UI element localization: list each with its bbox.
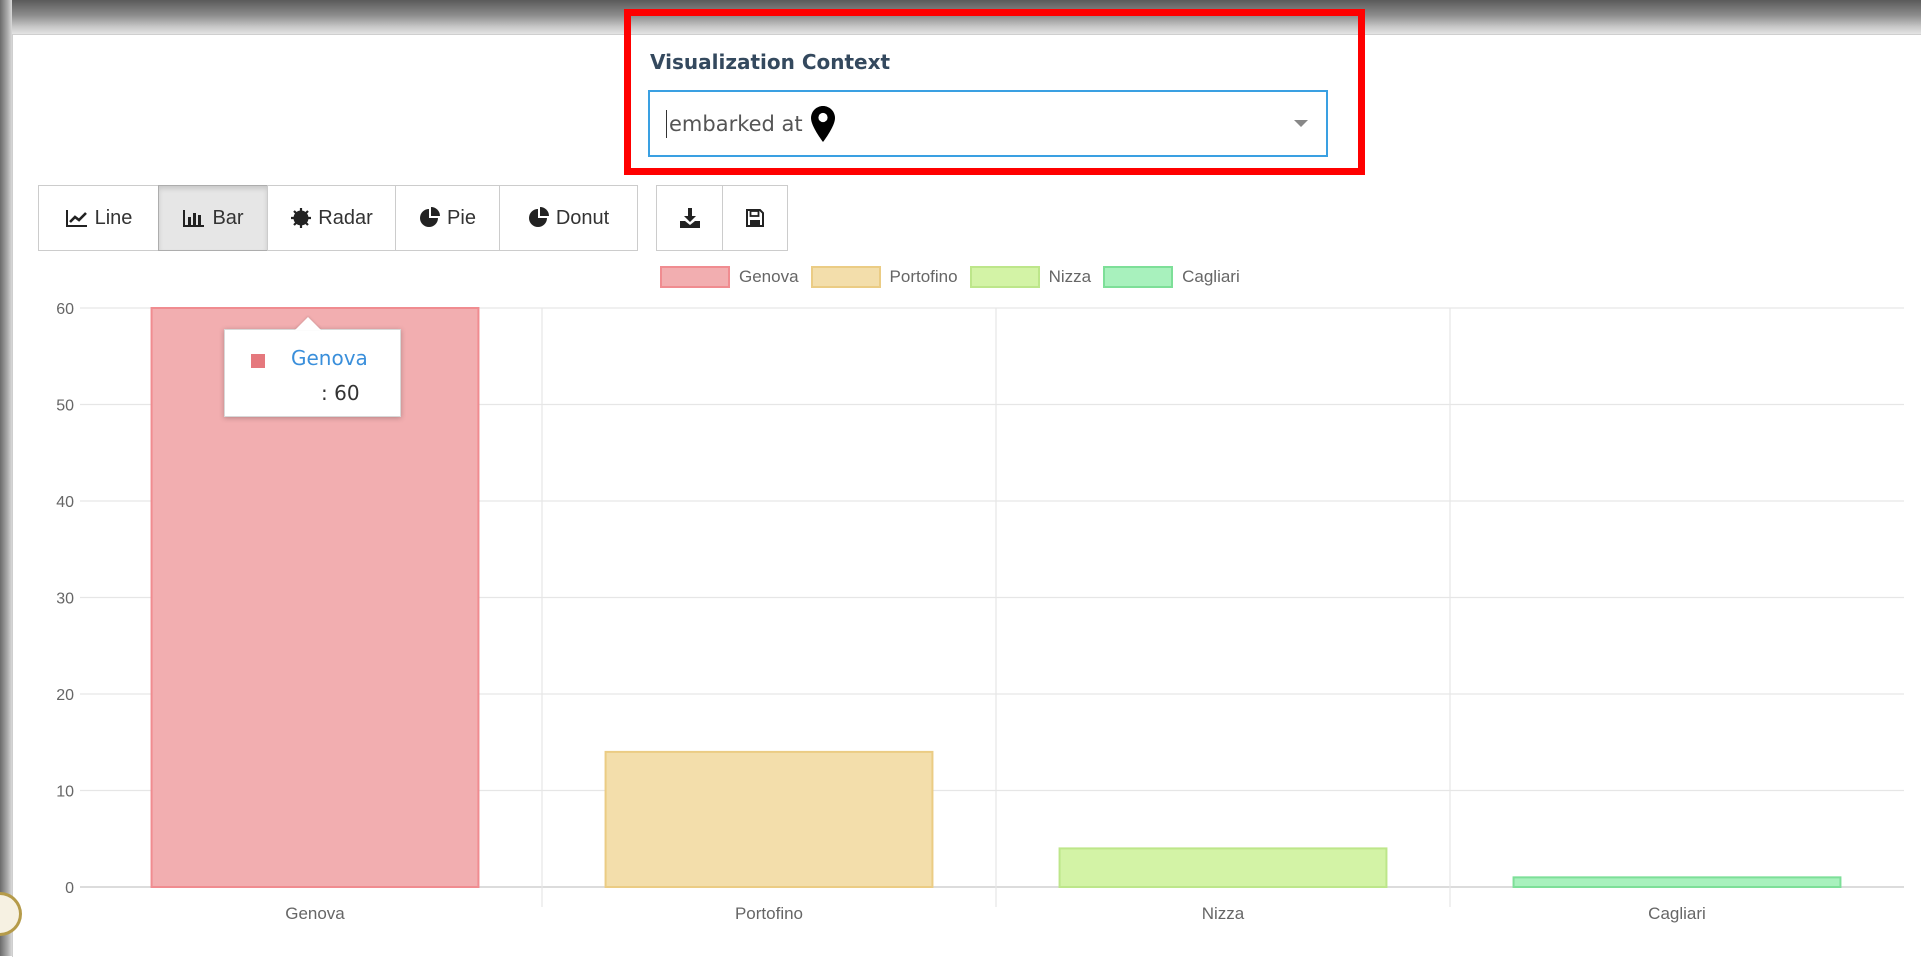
y-tick-label: 60 <box>56 301 74 318</box>
y-tick-label: 40 <box>56 494 74 511</box>
map-marker-icon <box>810 105 835 142</box>
legend-swatch <box>660 266 730 288</box>
radar-chart-button[interactable]: Radar <box>267 185 396 251</box>
chart-tooltip: Genova : 60 <box>224 329 401 417</box>
donut-chart-icon <box>528 207 550 229</box>
y-tick-label: 10 <box>56 784 74 801</box>
pie-chart-button[interactable]: Pie <box>395 185 500 251</box>
x-tick-label: Portofino <box>735 904 803 923</box>
bar-portofino <box>604 750 934 888</box>
save-button[interactable] <box>722 185 788 251</box>
legend-item-genova[interactable]: Genova <box>660 266 799 288</box>
legend-item-cagliari[interactable]: Cagliari <box>1103 266 1240 288</box>
tooltip-series-name: Genova <box>291 346 368 370</box>
legend-label: Portofino <box>889 267 958 286</box>
visualization-context-label: Visualization Context <box>650 50 891 74</box>
chart-legend: Genova Portofino Nizza Cagliari <box>660 266 1252 288</box>
chart-type-toolbar: Line Bar Radar Pie Donut <box>38 185 638 251</box>
download-button[interactable] <box>656 185 723 251</box>
x-tick-label: Genova <box>285 904 345 923</box>
bar-chart-button[interactable]: Bar <box>158 185 268 251</box>
line-chart-icon <box>65 208 89 228</box>
chevron-down-icon <box>1294 120 1308 127</box>
y-tick-label: 30 <box>56 591 74 608</box>
legend-swatch <box>810 266 881 288</box>
download-icon <box>679 207 701 229</box>
donut-chart-button[interactable]: Donut <box>499 185 638 251</box>
donut-chart-label: Donut <box>555 206 610 229</box>
y-tick-label: 50 <box>56 398 74 415</box>
legend-swatch <box>1103 266 1174 288</box>
save-icon <box>745 208 765 228</box>
chart-actions-toolbar <box>656 185 788 251</box>
legend-label: Genova <box>739 267 799 286</box>
text-cursor <box>666 109 667 138</box>
line-chart-button[interactable]: Line <box>38 185 159 251</box>
pie-chart-icon <box>419 207 441 229</box>
visualization-context-select[interactable]: embarked at <box>648 90 1328 157</box>
window-top-shade <box>0 0 1921 34</box>
bar-cagliari <box>1512 876 1842 888</box>
line-chart-label: Line <box>94 206 133 229</box>
tooltip-swatch <box>251 354 265 368</box>
legend-item-portofino[interactable]: Portofino <box>810 266 958 288</box>
bar-chart-label: Bar <box>212 206 244 229</box>
x-tick-label: Nizza <box>1202 904 1245 923</box>
x-tick-label: Cagliari <box>1648 904 1706 923</box>
legend-item-nizza[interactable]: Nizza <box>969 266 1092 288</box>
legend-swatch <box>969 266 1040 288</box>
pie-chart-label: Pie <box>447 206 476 229</box>
bar-chart-icon <box>182 208 206 228</box>
legend-label: Nizza <box>1048 267 1092 286</box>
radar-chart-label: Radar <box>318 206 373 229</box>
bar-nizza <box>1058 847 1388 889</box>
y-tick-label: 20 <box>56 687 74 704</box>
selected-context-value: embarked at <box>669 111 803 136</box>
tooltip-value: : 60 <box>321 381 360 405</box>
y-tick-label: 0 <box>65 880 74 897</box>
legend-label: Cagliari <box>1182 267 1240 286</box>
radar-icon <box>290 207 312 229</box>
